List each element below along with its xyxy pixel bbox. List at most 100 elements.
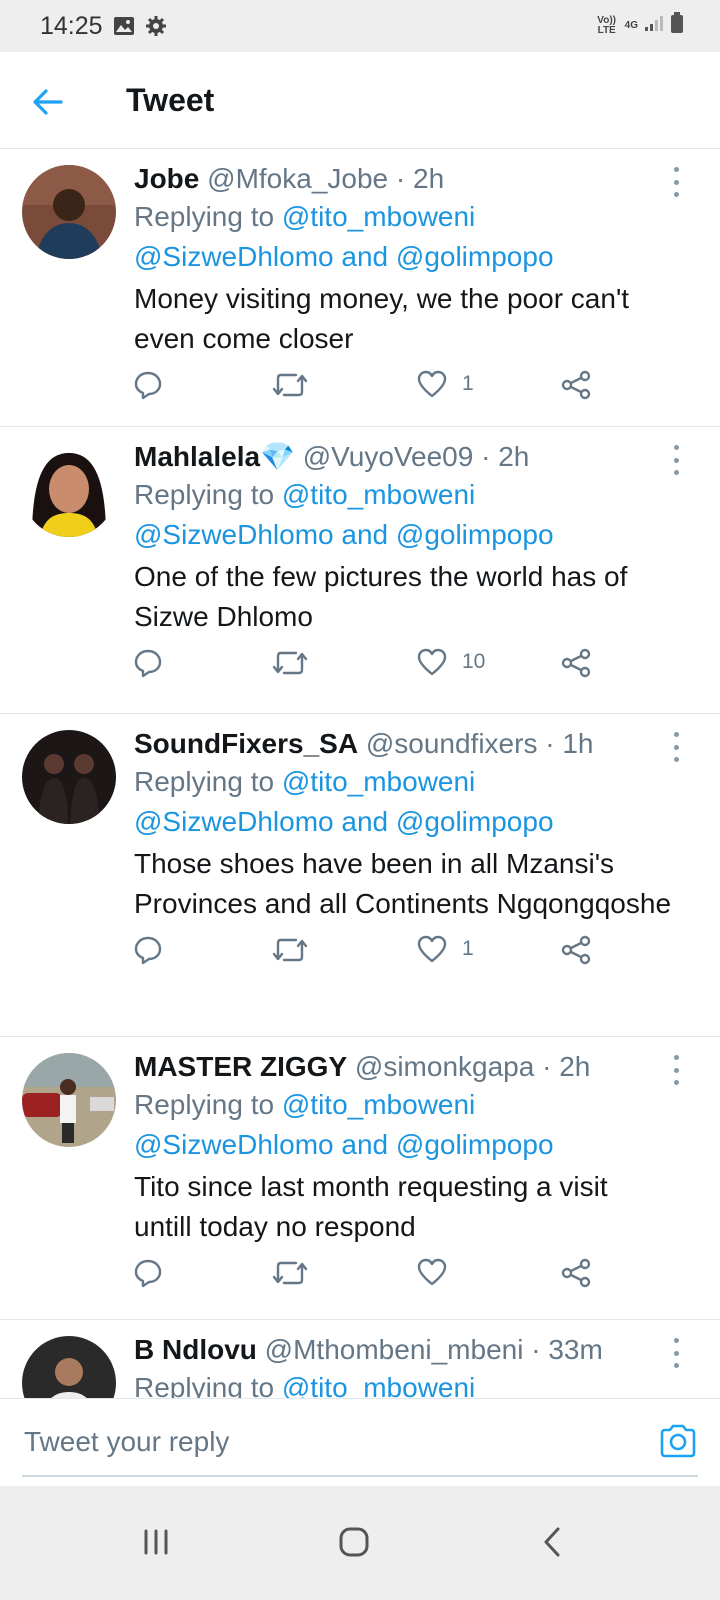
recent-apps-icon (144, 1529, 168, 1555)
heart-icon (417, 648, 447, 676)
back-button[interactable] (28, 82, 68, 122)
share-button[interactable] (560, 1257, 592, 1289)
like-button[interactable]: 1 (416, 369, 474, 399)
back-nav-button[interactable] (522, 1512, 582, 1572)
retweet-button[interactable] (272, 1257, 308, 1289)
camera-icon (660, 1424, 696, 1458)
more-options-button[interactable] (666, 167, 686, 197)
tweet-item[interactable]: Mahlalela💎 @VuyoVee09 · 2h Replying to @… (0, 427, 720, 714)
mention-link[interactable]: @golimpopo (396, 241, 554, 272)
more-options-button[interactable] (666, 732, 686, 762)
reply-icon (134, 1259, 162, 1288)
like-button[interactable]: 1 (416, 934, 474, 964)
signal-icon (644, 14, 664, 37)
author-handle: @VuyoVee09 (302, 441, 474, 472)
like-count: 1 (462, 372, 474, 395)
retweet-button[interactable] (272, 647, 308, 679)
status-time: 14:25 (40, 11, 103, 40)
replying-to: Replying to @tito_mboweni (134, 479, 476, 510)
retweet-icon (272, 938, 308, 962)
author-handle: @Mthombeni_mbeni (264, 1334, 524, 1365)
reply-button[interactable] (132, 934, 164, 966)
reply-button[interactable] (132, 1257, 164, 1289)
mention-link[interactable]: @SizweDhlomo (134, 1129, 334, 1160)
retweet-button[interactable] (272, 369, 308, 401)
share-icon (561, 648, 591, 678)
mention-link[interactable]: @golimpopo (396, 806, 554, 837)
page-title: Tweet (126, 82, 215, 118)
retweet-icon (272, 373, 308, 397)
input-underline (22, 1475, 698, 1477)
tweet-text: Tito since last month requesting a visit… (134, 1171, 608, 1242)
replying-to: Replying to @tito_mboweni (134, 201, 476, 232)
tweet-age: 2h (498, 441, 530, 472)
avatar[interactable] (22, 730, 116, 824)
reply-icon (134, 649, 162, 678)
app-header: Tweet (0, 52, 720, 149)
more-options-button[interactable] (666, 445, 686, 475)
replying-to: Replying to @tito_mboweni (134, 766, 476, 797)
tweet-actions: 10 (0, 637, 720, 707)
more-options-button[interactable] (666, 1338, 686, 1368)
share-icon (561, 935, 591, 965)
mention-link[interactable]: @tito_mboweni (282, 766, 475, 797)
like-count: 1 (462, 937, 474, 960)
like-button[interactable]: 10 (416, 647, 485, 677)
tweet-age: 2h (413, 163, 445, 194)
avatar[interactable] (22, 165, 116, 259)
heart-icon (417, 935, 447, 963)
mention-link[interactable]: @SizweDhlomo (134, 806, 334, 837)
share-icon (561, 370, 591, 400)
tweet-age: 2h (559, 1051, 591, 1082)
reply-input[interactable] (22, 1413, 626, 1471)
like-button[interactable] (416, 1257, 462, 1287)
avatar[interactable] (22, 1053, 116, 1147)
author-handle: @soundfixers (365, 728, 538, 759)
reply-button[interactable] (132, 647, 164, 679)
status-bar: 14:25 Vo)) LTE 4G (0, 0, 720, 52)
author-handle: @Mfoka_Jobe (207, 163, 389, 194)
tweet-age: 33m (548, 1334, 603, 1365)
tweet-text: One of the few pictures the world has of… (134, 561, 628, 632)
author-name[interactable]: Mahlalela💎 (134, 441, 295, 472)
home-button[interactable] (324, 1512, 384, 1572)
reply-button[interactable] (132, 369, 164, 401)
mention-link[interactable]: @SizweDhlomo (134, 241, 334, 272)
mention-link[interactable]: @tito_mboweni (282, 479, 475, 510)
author-name[interactable]: B Ndlovu (134, 1334, 257, 1365)
tweet-actions: 1 (0, 924, 720, 994)
back-arrow-icon (33, 89, 63, 115)
author-name[interactable]: SoundFixers_SA (134, 728, 358, 759)
mention-link[interactable]: @tito_mboweni (282, 201, 475, 232)
home-icon (339, 1527, 369, 1557)
reply-feed[interactable]: Jobe @Mfoka_Jobe · 2h Replying to @tito_… (0, 149, 720, 1428)
camera-button[interactable] (658, 1423, 698, 1463)
tweet-item[interactable]: MASTER ZIGGY @simonkgapa · 2h Replying t… (0, 1037, 720, 1320)
share-button[interactable] (560, 934, 592, 966)
reply-compose-bar (0, 1398, 720, 1487)
author-name[interactable]: Jobe (134, 163, 199, 194)
mention-link[interactable]: @golimpopo (396, 1129, 554, 1160)
battery-icon (670, 12, 684, 39)
reply-icon (134, 936, 162, 965)
share-button[interactable] (560, 647, 592, 679)
share-icon (561, 1258, 591, 1288)
mention-link[interactable]: @tito_mboweni (282, 1089, 475, 1120)
tweet-actions: 1 (0, 359, 720, 429)
tweet-item[interactable]: Jobe @Mfoka_Jobe · 2h Replying to @tito_… (0, 149, 720, 427)
network-indicator: 4G (624, 19, 638, 31)
gallery-icon (113, 16, 135, 36)
retweet-button[interactable] (272, 934, 308, 966)
recent-apps-button[interactable] (126, 1512, 186, 1572)
like-count: 10 (462, 650, 486, 673)
author-handle: @simonkgapa (354, 1051, 535, 1082)
share-button[interactable] (560, 369, 592, 401)
tweet-item[interactable]: SoundFixers_SA @soundfixers · 1h Replyin… (0, 714, 720, 1037)
more-options-button[interactable] (666, 1055, 686, 1085)
tweet-actions (0, 1247, 720, 1317)
mention-link[interactable]: @SizweDhlomo (134, 519, 334, 550)
author-name[interactable]: MASTER ZIGGY (134, 1051, 347, 1082)
retweet-icon (272, 651, 308, 675)
avatar[interactable] (22, 443, 116, 537)
mention-link[interactable]: @golimpopo (396, 519, 554, 550)
